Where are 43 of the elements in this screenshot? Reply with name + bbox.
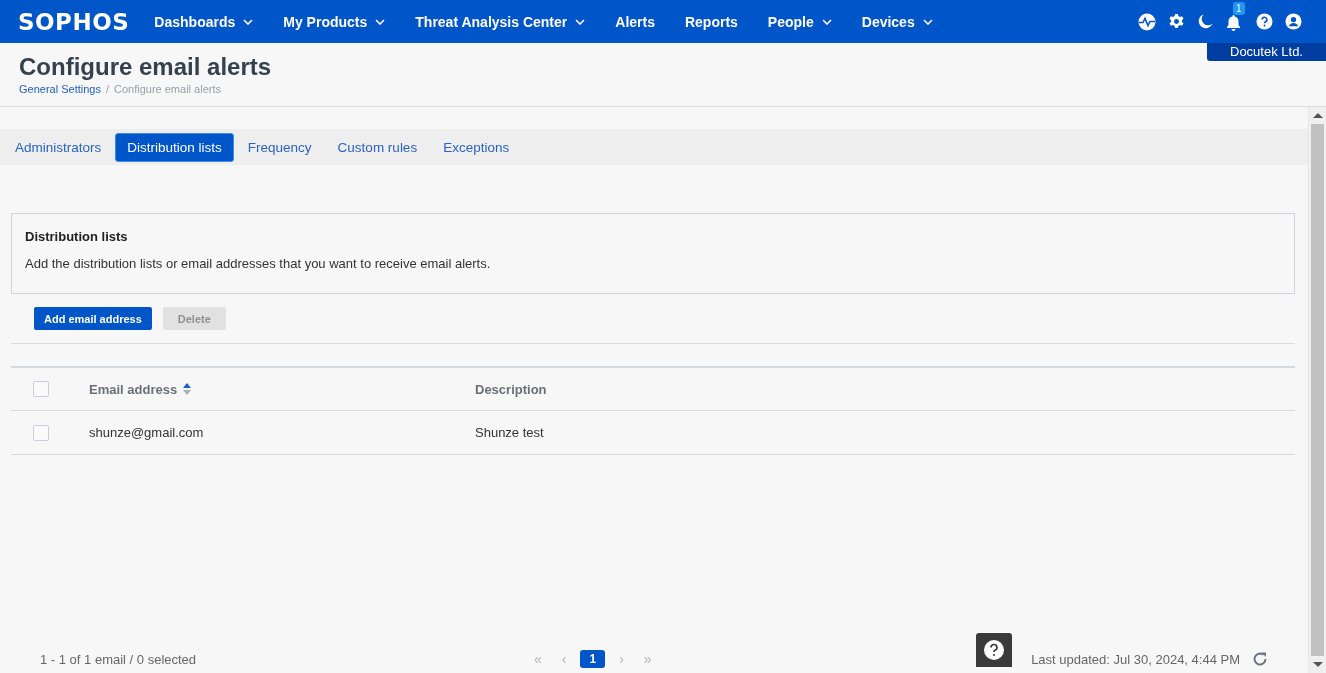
page-title: Configure email alerts <box>19 53 273 81</box>
notification-badge: 1 <box>1233 1 1245 15</box>
panel-description: Add the distribution lists or email addresses that you want to receive email alerts. <box>25 256 492 271</box>
nav-menu-item[interactable]: Threat Analysis Center <box>402 13 599 30</box>
breadcrumb-link[interactable]: General Settings <box>19 83 101 95</box>
nav-menu-item[interactable]: Devices <box>848 13 946 30</box>
page-button[interactable]: 1 <box>580 650 606 668</box>
sort-icon[interactable] <box>183 383 192 395</box>
scrollbar[interactable] <box>1308 107 1326 673</box>
tab[interactable]: Distribution lists <box>115 132 234 162</box>
scroll-up-icon[interactable] <box>1312 113 1323 118</box>
panel-title: Distribution lists <box>25 229 129 244</box>
nav-menu-item[interactable]: People <box>754 13 845 30</box>
nav-menu-item[interactable]: Alerts <box>602 13 668 30</box>
refresh-icon[interactable] <box>1252 651 1268 667</box>
tenant-label[interactable]: Docutek Ltd. <box>1207 43 1326 61</box>
tab[interactable]: Administrators <box>3 132 114 162</box>
scroll-down-icon[interactable] <box>1312 662 1323 667</box>
tab[interactable]: Exceptions <box>431 132 522 162</box>
nav-menu-item[interactable]: Reports <box>671 13 751 30</box>
breadcrumb-separator: / <box>105 83 109 95</box>
table-cell: Shunze test <box>475 425 544 440</box>
tab[interactable]: Custom rules <box>325 132 430 162</box>
checkbox[interactable] <box>33 381 49 397</box>
help-button[interactable] <box>976 633 1012 667</box>
last-updated-text: Last updated: Jul 30, 2024, 4:44 PM <box>1031 651 1240 667</box>
notifications-button[interactable]: 1 <box>1223 1 1247 36</box>
table-cell: shunze@gmail.com <box>89 425 204 440</box>
tab[interactable]: Frequency <box>235 132 324 162</box>
help-icon[interactable] <box>1253 10 1276 33</box>
breadcrumb-current: Configure email alerts <box>114 83 221 95</box>
pagination-summary: 1 - 1 of 1 email / 0 selected <box>40 651 198 667</box>
checkbox[interactable] <box>33 424 49 441</box>
action-button[interactable]: Add email address <box>34 307 152 330</box>
column-header[interactable]: Description <box>475 381 547 397</box>
column-header[interactable]: Email address <box>89 381 178 397</box>
user-icon[interactable] <box>1282 10 1305 33</box>
sophos-logo[interactable]: SOPHOS <box>18 8 130 35</box>
nav-menu-item[interactable]: Dashboards <box>141 13 267 30</box>
scrollbar-thumb[interactable] <box>1311 124 1324 656</box>
nav-menu-item[interactable]: My Products <box>270 13 399 30</box>
help-icon <box>983 639 1005 661</box>
bell-icon <box>1226 13 1241 31</box>
